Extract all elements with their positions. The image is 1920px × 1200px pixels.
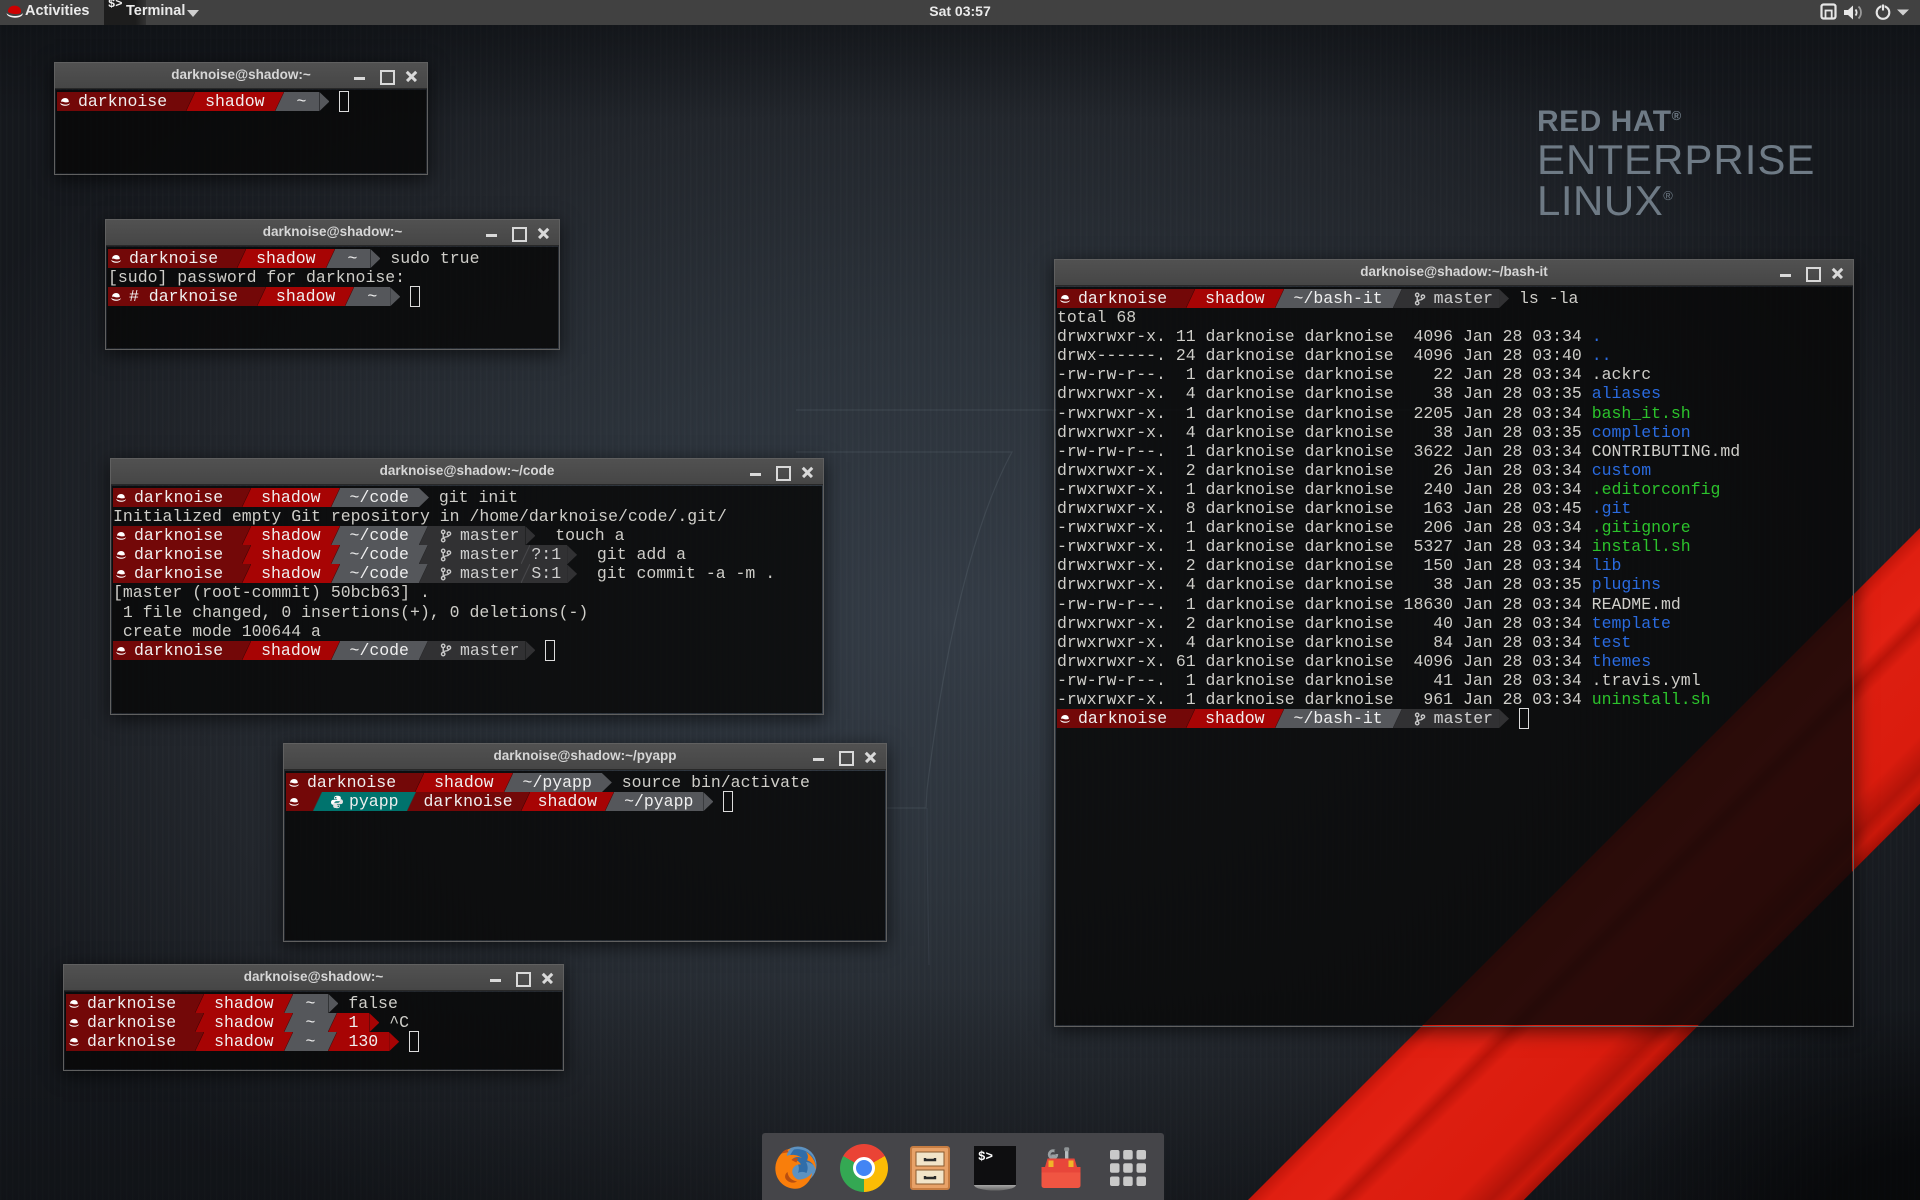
svg-text:$>: $>	[978, 1150, 993, 1164]
